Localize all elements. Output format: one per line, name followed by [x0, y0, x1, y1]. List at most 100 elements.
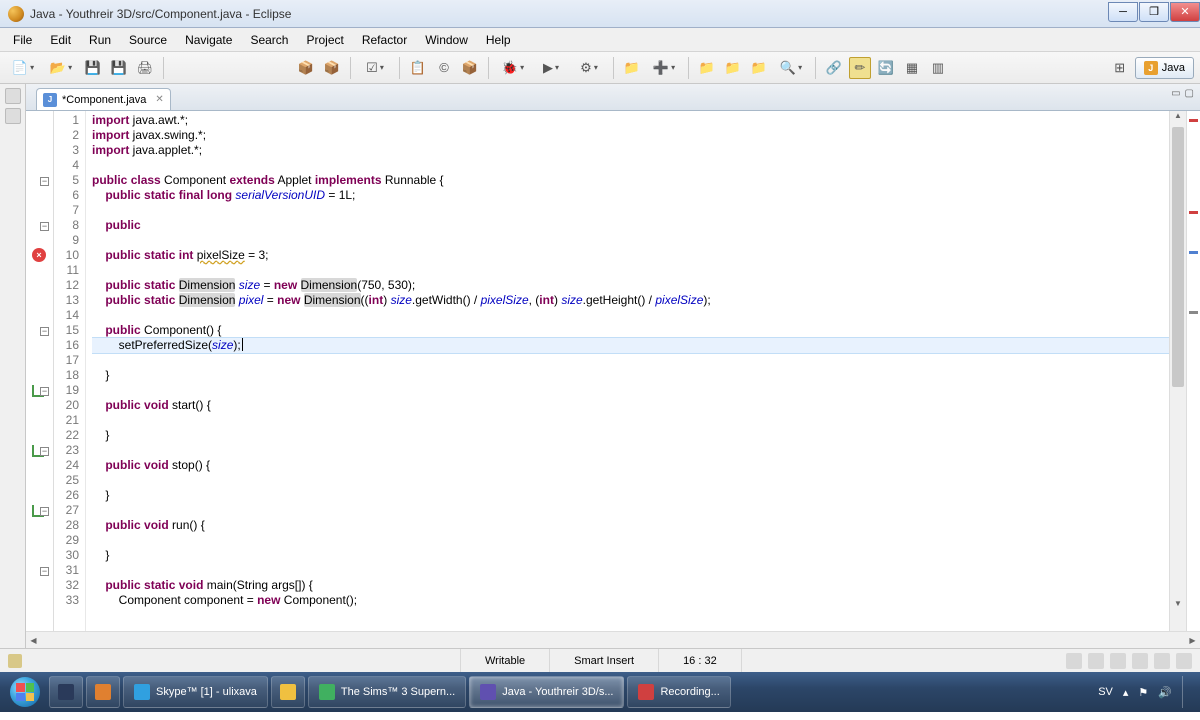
editor-tab-bar: J *Component.java ✕ ▭ ▢ — [26, 84, 1200, 110]
tab-label: *Component.java — [62, 94, 146, 106]
status-cursor-pos: 16 : 32 — [658, 649, 741, 672]
menu-bar: File Edit Run Source Navigate Search Pro… — [0, 28, 1200, 52]
wizard-button[interactable]: 📋 — [407, 57, 429, 79]
taskbar-app-icon — [638, 684, 654, 700]
eclipse-icon — [8, 6, 24, 22]
title-bar: Java - Youthreir 3D/src/Component.java -… — [0, 0, 1200, 28]
menu-navigate[interactable]: Navigate — [176, 30, 241, 50]
taskbar-item[interactable] — [271, 676, 305, 708]
taskbar-item[interactable] — [49, 676, 83, 708]
show-desktop-button[interactable] — [1182, 676, 1190, 708]
status-icon-5[interactable] — [1154, 653, 1170, 669]
language-indicator[interactable]: SV — [1098, 686, 1113, 698]
tray-flag-icon[interactable]: ⚑ — [1138, 686, 1148, 699]
link-button[interactable]: 🔗 — [823, 57, 845, 79]
search-button[interactable]: 🔍 — [774, 57, 808, 79]
status-icon-4[interactable] — [1132, 653, 1148, 669]
status-writable: Writable — [460, 649, 549, 672]
close-button[interactable]: ✕ — [1170, 2, 1200, 22]
open-button[interactable]: 📂 — [44, 57, 78, 79]
new-package-button[interactable]: 📁 — [621, 57, 643, 79]
java-perspective-button[interactable]: J Java — [1135, 57, 1194, 79]
java-icon: J — [1144, 61, 1158, 75]
toolbar: 📄 📂 💾 💾 🖨 📦 📦 ☑ 📋 © 📦 🐞 ▶ ⚙ 📁 ➕ 📁 📁 📁 🔍 … — [0, 52, 1200, 84]
windows-taskbar: Skype™ [1] - ulixava The Sims™ 3 Supern..… — [0, 672, 1200, 712]
sp1-button[interactable]: ▦ — [901, 57, 923, 79]
menu-help[interactable]: Help — [477, 30, 520, 50]
new-class-button[interactable]: ➕ — [647, 57, 681, 79]
open-perspective-button[interactable]: ⊞ — [1109, 57, 1131, 79]
status-icon — [8, 654, 22, 668]
taskbar-item[interactable]: Skype™ [1] - ulixava — [123, 676, 268, 708]
status-bar: Writable Smart Insert 16 : 32 — [0, 648, 1200, 672]
perspective-label: Java — [1162, 62, 1185, 74]
minimize-view-button[interactable]: ▭ — [1171, 88, 1180, 99]
toggle-button[interactable]: ☑ — [358, 57, 392, 79]
build-all-button[interactable]: 📦 — [321, 57, 343, 79]
menu-search[interactable]: Search — [241, 30, 297, 50]
status-icon-1[interactable] — [1066, 653, 1082, 669]
vertical-scrollbar[interactable]: ▲ ▼ — [1169, 111, 1186, 631]
overview-ruler[interactable] — [1186, 111, 1200, 631]
taskbar-app-icon — [280, 684, 296, 700]
view-icon-2[interactable] — [5, 108, 21, 124]
taskbar-item[interactable]: The Sims™ 3 Supern... — [308, 676, 466, 708]
minimize-button[interactable]: ─ — [1108, 2, 1138, 22]
java-file-icon: J — [43, 93, 57, 107]
menu-project[interactable]: Project — [297, 30, 352, 50]
windows-orb-icon — [10, 677, 40, 707]
tray-chevron-icon[interactable]: ▴ — [1123, 686, 1129, 699]
menu-file[interactable]: File — [4, 30, 41, 50]
save-button[interactable]: 💾 — [82, 57, 104, 79]
sp2-button[interactable]: ▥ — [927, 57, 949, 79]
ext-button[interactable]: ⚙ — [572, 57, 606, 79]
left-trim — [0, 84, 26, 648]
horizontal-scrollbar[interactable]: ◀ ▶ — [26, 631, 1200, 648]
save-all-button[interactable]: 💾 — [108, 57, 130, 79]
system-tray: SV ▴ ⚑ 🔊 — [1098, 676, 1196, 708]
tray-volume-icon[interactable]: 🔊 — [1158, 686, 1172, 699]
menu-run[interactable]: Run — [80, 30, 120, 50]
taskbar-item-label: Skype™ [1] - ulixava — [156, 686, 257, 698]
taskbar-item-label: Java - Youthreir 3D/s... — [502, 686, 613, 698]
package-button[interactable]: 📦 — [459, 57, 481, 79]
status-icon-3[interactable] — [1110, 653, 1126, 669]
folder3-button[interactable]: 📁 — [748, 57, 770, 79]
view-icon-1[interactable] — [5, 88, 21, 104]
taskbar-item[interactable]: Recording... — [627, 676, 730, 708]
editor-tab[interactable]: J *Component.java ✕ — [36, 88, 171, 110]
highlight-button[interactable]: ✏ — [849, 57, 871, 79]
taskbar-app-icon — [58, 684, 74, 700]
window-title: Java - Youthreir 3D/src/Component.java -… — [30, 7, 1107, 21]
debug-button[interactable]: 🐞 — [496, 57, 530, 79]
run-button[interactable]: ▶ — [534, 57, 568, 79]
print-button[interactable]: 🖨 — [134, 57, 156, 79]
status-icon-6[interactable] — [1176, 653, 1192, 669]
taskbar-app-icon — [480, 684, 496, 700]
new-button[interactable]: 📄 — [6, 57, 40, 79]
class-button[interactable]: © — [433, 57, 455, 79]
refresh-button[interactable]: 🔄 — [875, 57, 897, 79]
maximize-button[interactable]: ❐ — [1139, 2, 1169, 22]
annotation-ruler[interactable]: × — [26, 111, 54, 631]
menu-edit[interactable]: Edit — [41, 30, 80, 50]
folder2-button[interactable]: 📁 — [722, 57, 744, 79]
error-marker[interactable]: × — [32, 248, 46, 262]
menu-refactor[interactable]: Refactor — [353, 30, 416, 50]
taskbar-item-label: The Sims™ 3 Supern... — [341, 686, 455, 698]
folder-button[interactable]: 📁 — [696, 57, 718, 79]
menu-source[interactable]: Source — [120, 30, 176, 50]
line-number-ruler[interactable]: 1234567891011121314151617181920212223242… — [54, 111, 86, 631]
start-button[interactable] — [4, 675, 46, 709]
taskbar-app-icon — [319, 684, 335, 700]
menu-window[interactable]: Window — [416, 30, 477, 50]
maximize-view-button[interactable]: ▢ — [1185, 88, 1194, 99]
taskbar-app-icon — [95, 684, 111, 700]
taskbar-item[interactable] — [86, 676, 120, 708]
tab-close-icon[interactable]: ✕ — [155, 94, 163, 105]
build-button[interactable]: 📦 — [295, 57, 317, 79]
code-editor[interactable]: import java.awt.*; import javax.swing.*;… — [86, 111, 1169, 631]
status-insert: Smart Insert — [549, 649, 658, 672]
taskbar-item[interactable]: Java - Youthreir 3D/s... — [469, 676, 624, 708]
status-icon-2[interactable] — [1088, 653, 1104, 669]
